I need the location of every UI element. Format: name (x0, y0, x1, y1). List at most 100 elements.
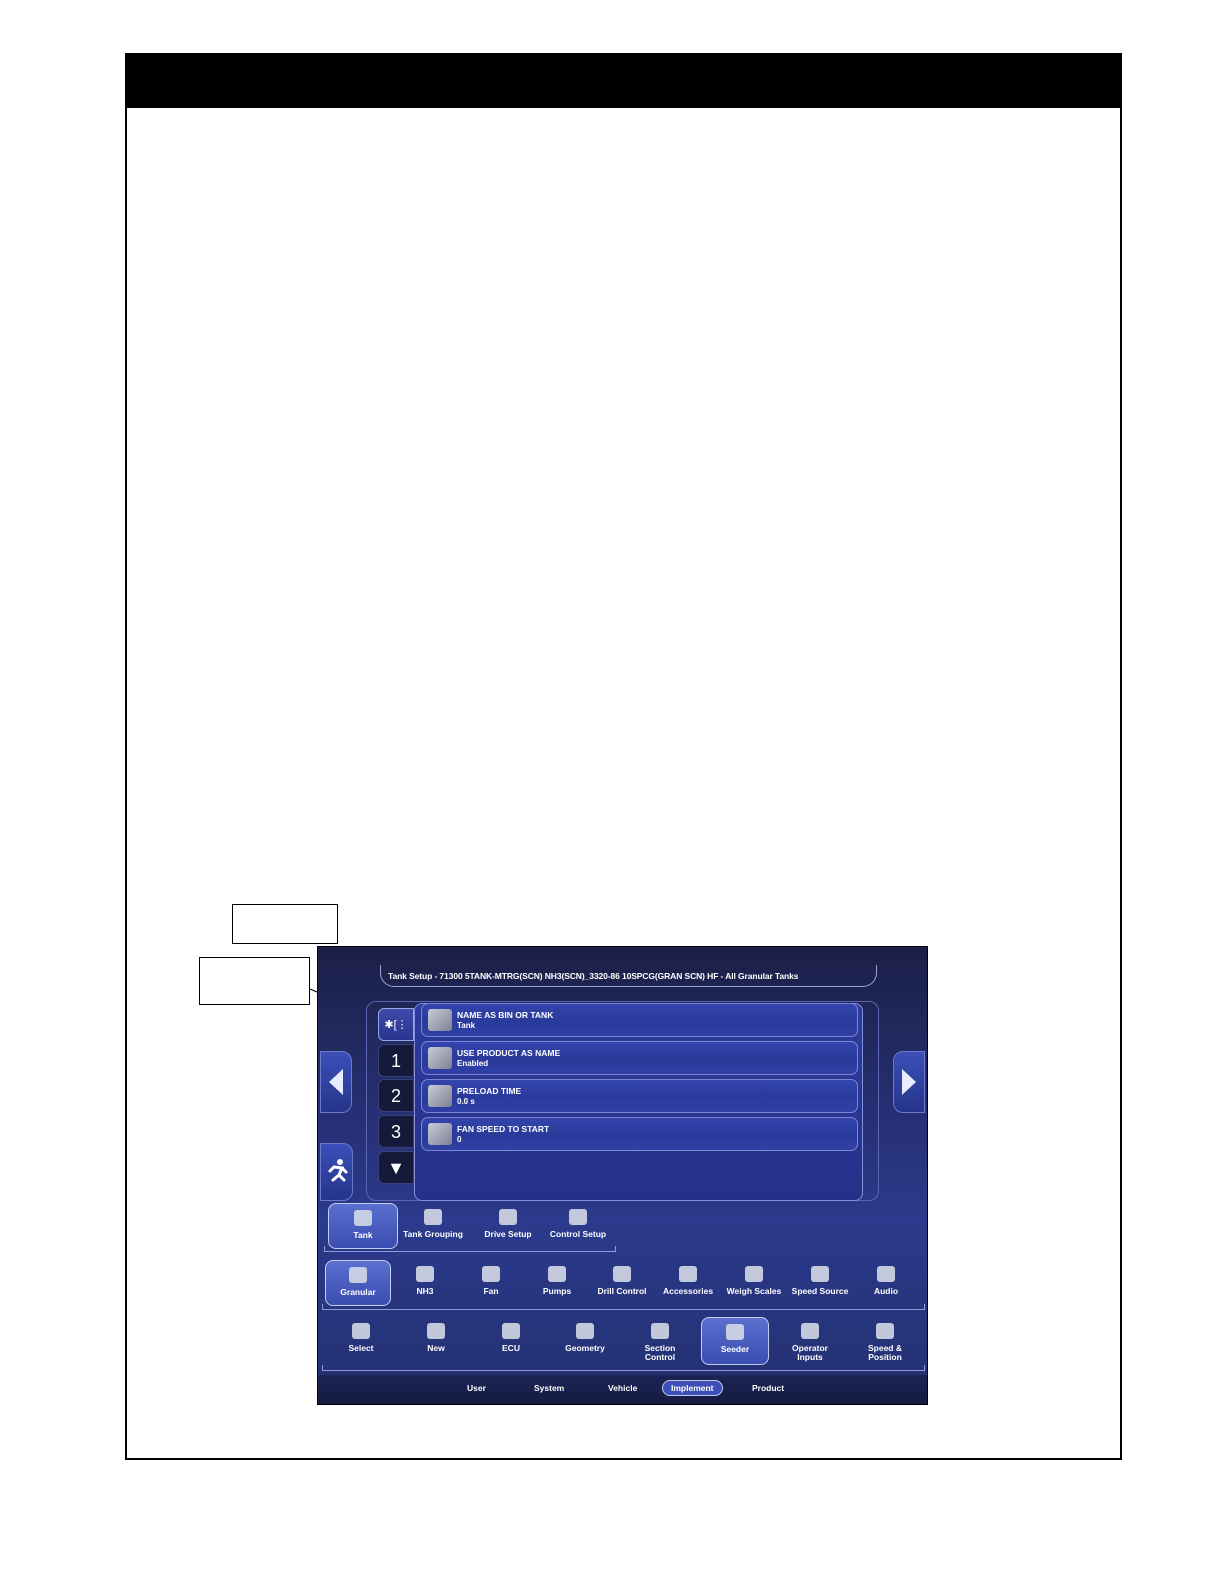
nh3-icon (416, 1266, 434, 1282)
setting-label: USE PRODUCT AS NAME (457, 1048, 561, 1058)
menu-item-tank-grouping[interactable]: Tank Grouping (398, 1203, 468, 1249)
pumps-icon (548, 1266, 566, 1282)
exit-button[interactable] (320, 1143, 353, 1201)
menu-item-label: Geometry (565, 1343, 605, 1353)
menu-item-label: Section Control (644, 1343, 676, 1362)
menu-item-pumps[interactable]: Pumps (524, 1260, 590, 1306)
tab-user[interactable]: User (467, 1383, 486, 1393)
menu-item-weigh-scales[interactable]: Weigh Scales (721, 1260, 787, 1306)
tank-grouping-icon (424, 1209, 442, 1225)
fan-icon (482, 1266, 500, 1282)
menu-item-label: Tank Grouping (403, 1229, 463, 1239)
tab-implement[interactable]: Implement (662, 1380, 723, 1396)
drive-setup-icon (499, 1209, 517, 1225)
menu-item-operator-inputs[interactable]: Operator Inputs (776, 1317, 844, 1365)
setting-label: PRELOAD TIME (457, 1086, 522, 1096)
setting-value: 0.0 s (457, 1097, 475, 1106)
speed-source-icon (811, 1266, 829, 1282)
section-control-icon (651, 1323, 669, 1339)
previous-page-button[interactable] (320, 1051, 352, 1113)
ecu-icon (502, 1323, 520, 1339)
menu-item-label: Pumps (542, 1286, 572, 1296)
menu-item-label: Drill Control (597, 1286, 647, 1296)
implement-menu-bracket (322, 1365, 925, 1371)
tab-vehicle[interactable]: Vehicle (608, 1383, 637, 1393)
arrow-right-icon (902, 1069, 916, 1095)
menu-item-label: Operator Inputs (792, 1343, 828, 1362)
preload-timer-icon (428, 1085, 452, 1107)
operator-inputs-icon (801, 1323, 819, 1339)
menu-item-label: Granular (340, 1287, 376, 1297)
audio-icon (877, 1266, 895, 1282)
menu-item-label: Speed & Position (867, 1343, 902, 1362)
menu-item-geometry[interactable]: Geometry (551, 1317, 619, 1365)
menu-item-speed-position[interactable]: Speed & Position (851, 1317, 919, 1365)
callout-box-1 (232, 904, 338, 944)
menu-item-granular[interactable]: Granular (325, 1260, 391, 1306)
fan-speed-icon (428, 1123, 452, 1145)
menu-item-audio[interactable]: Audio (853, 1260, 919, 1306)
menu-item-seeder[interactable]: Seeder (701, 1317, 769, 1365)
menu-item-drive-setup[interactable]: Drive Setup (473, 1203, 543, 1249)
menu-item-ecu[interactable]: ECU (477, 1317, 545, 1365)
setting-row[interactable]: FAN SPEED TO START 0 (421, 1117, 858, 1151)
running-man-exit-icon (328, 1159, 348, 1182)
main-tab-bar: User System Vehicle Implement Product (318, 1375, 927, 1404)
header-bar (127, 55, 1120, 108)
menu-item-label: Drive Setup (484, 1229, 532, 1239)
menu-item-section-control[interactable]: Section Control (626, 1317, 694, 1365)
granular-icon (349, 1267, 367, 1283)
menu-item-label: Control Setup (549, 1229, 607, 1239)
menu-item-label: Audio (873, 1286, 899, 1296)
product-name-icon (428, 1047, 452, 1069)
setting-value: 0 (457, 1135, 462, 1144)
setting-value: Enabled (457, 1059, 489, 1068)
menu-item-speed-source[interactable]: Speed Source (787, 1260, 853, 1306)
menu-item-label: Fan (483, 1286, 499, 1296)
tab-product[interactable]: Product (752, 1383, 784, 1393)
seeder-icon (726, 1324, 744, 1340)
speed-position-icon (876, 1323, 894, 1339)
setting-label: FAN SPEED TO START (457, 1124, 550, 1134)
next-page-button[interactable] (893, 1051, 925, 1113)
vertical-tab-4[interactable]: ▼ (378, 1151, 414, 1184)
arrow-left-icon (329, 1069, 343, 1095)
geometry-icon (576, 1323, 594, 1339)
vertical-tab-3[interactable]: 3 (378, 1115, 414, 1148)
menu-item-label: Speed Source (791, 1286, 849, 1296)
menu-item-label: New (427, 1343, 445, 1353)
seeder-menu-bracket (322, 1304, 925, 1310)
vertical-tab-2[interactable]: 2 (378, 1079, 414, 1112)
menu-item-label: Weigh Scales (726, 1286, 782, 1296)
menu-item-accessories[interactable]: Accessories (655, 1260, 721, 1306)
menu-item-new[interactable]: New (402, 1317, 470, 1365)
select-icon (352, 1323, 370, 1339)
menu-item-select[interactable]: Select (327, 1317, 395, 1365)
bin-icon (428, 1009, 452, 1031)
vertical-tab-0[interactable]: ✱[⋮ (378, 1008, 414, 1041)
drill-control-icon (613, 1266, 631, 1282)
menu-item-control-setup[interactable]: Control Setup (543, 1203, 613, 1249)
setting-label: NAME AS BIN OR TANK (457, 1010, 554, 1020)
weigh-scales-icon (745, 1266, 763, 1282)
menu-item-label: Select (348, 1343, 374, 1353)
tab-system[interactable]: System (534, 1383, 564, 1393)
tank-menu-bracket (324, 1246, 616, 1252)
display-screen: Tank Setup - 71300 5TANK-MTRG(SCN) NH3(S… (317, 946, 928, 1405)
menu-item-nh3[interactable]: NH3 (392, 1260, 458, 1306)
setting-row[interactable]: PRELOAD TIME 0.0 s (421, 1079, 858, 1113)
setting-value: Tank (457, 1021, 476, 1030)
tank-icon (354, 1210, 372, 1226)
menu-item-tank[interactable]: Tank (328, 1203, 398, 1249)
menu-item-drill-control[interactable]: Drill Control (589, 1260, 655, 1306)
menu-item-label: NH3 (416, 1286, 434, 1296)
menu-item-label: ECU (502, 1343, 520, 1353)
setting-row[interactable]: NAME AS BIN OR TANK Tank (421, 1003, 858, 1037)
accessories-icon (679, 1266, 697, 1282)
setting-row[interactable]: USE PRODUCT AS NAME Enabled (421, 1041, 858, 1075)
menu-item-fan[interactable]: Fan (458, 1260, 524, 1306)
menu-item-label: Seeder (720, 1344, 750, 1354)
screen-title: Tank Setup - 71300 5TANK-MTRG(SCN) NH3(S… (388, 971, 799, 981)
menu-item-label: Tank (353, 1230, 373, 1240)
vertical-tab-1[interactable]: 1 (378, 1044, 414, 1077)
